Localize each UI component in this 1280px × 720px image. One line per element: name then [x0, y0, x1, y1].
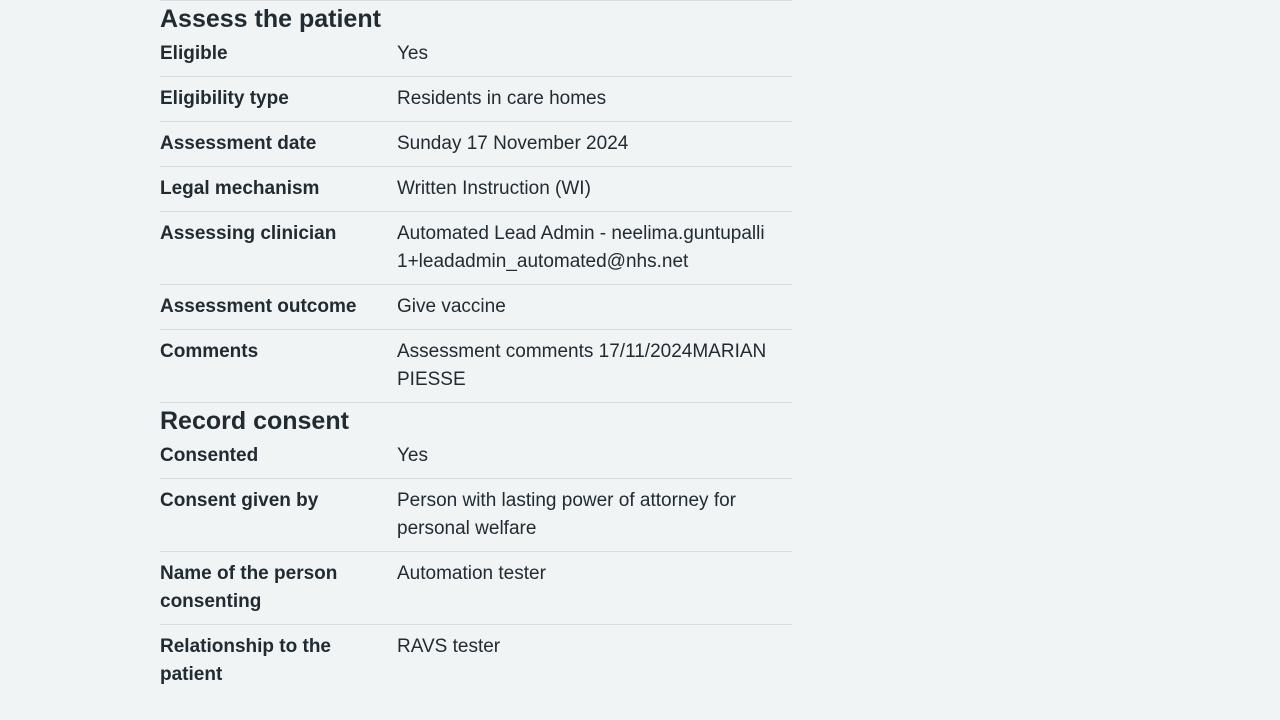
summary-value: Written Instruction (WI): [397, 178, 591, 199]
record-consent-section: Record consent Consented Yes Consent giv…: [160, 402, 792, 697]
summary-row-relationship: Relationship to the patient RAVS tester: [160, 624, 792, 697]
summary-value: Residents in care homes: [397, 88, 607, 109]
summary-row-person-consenting: Name of the person consenting Automation…: [160, 551, 792, 624]
assess-patient-summary-list: Eligible Yes Eligibility type Residents …: [160, 40, 792, 402]
summary-row-comments: Comments Assessment comments 17/11/2024M…: [160, 329, 792, 402]
summary-row-legal-mechanism: Legal mechanism Written Instruction (WI): [160, 166, 792, 211]
summary-row-eligible: Eligible Yes: [160, 40, 792, 76]
summary-value: Give vaccine: [397, 296, 506, 317]
summary-value: RAVS tester: [397, 636, 501, 657]
summary-key: Eligibility type: [160, 88, 289, 109]
summary-key: Assessment outcome: [160, 296, 357, 317]
summary-row-assessment-date: Assessment date Sunday 17 November 2024: [160, 121, 792, 166]
record-consent-heading: Record consent: [160, 407, 349, 435]
summary-key: Relationship to the patient: [160, 636, 331, 685]
summary-row-consented: Consented Yes: [160, 442, 792, 478]
summary-row-assessing-clinician: Assessing clinician Automated Lead Admin…: [160, 211, 792, 284]
summary-value: Automated Lead Admin - neelima.guntupall…: [397, 223, 765, 272]
summary-value: Assessment comments 17/11/2024MARIAN PIE…: [397, 341, 767, 390]
summary-key: Consented: [160, 445, 259, 466]
summary-row-consent-given-by: Consent given by Person with lasting pow…: [160, 478, 792, 551]
main-content: Assess the patient Eligible Yes Eligibil…: [160, 0, 792, 697]
summary-value: Yes: [397, 445, 428, 466]
assess-patient-heading: Assess the patient: [160, 5, 381, 33]
summary-key: Legal mechanism: [160, 178, 320, 199]
summary-value: Sunday 17 November 2024: [397, 133, 629, 154]
summary-key: Consent given by: [160, 490, 319, 511]
record-consent-summary-list: Consented Yes Consent given by Person wi…: [160, 442, 792, 697]
summary-value: Automation tester: [397, 563, 546, 584]
assess-patient-section: Assess the patient Eligible Yes Eligibil…: [160, 0, 792, 402]
summary-key: Comments: [160, 341, 259, 362]
summary-key: Assessing clinician: [160, 223, 337, 244]
summary-key: Eligible: [160, 43, 228, 64]
summary-key: Name of the person consenting: [160, 563, 338, 612]
summary-row-eligibility-type: Eligibility type Residents in care homes: [160, 76, 792, 121]
summary-row-assessment-outcome: Assessment outcome Give vaccine: [160, 284, 792, 329]
summary-value: Yes: [397, 43, 428, 64]
summary-value: Person with lasting power of attorney fo…: [397, 490, 737, 539]
summary-key: Assessment date: [160, 133, 317, 154]
